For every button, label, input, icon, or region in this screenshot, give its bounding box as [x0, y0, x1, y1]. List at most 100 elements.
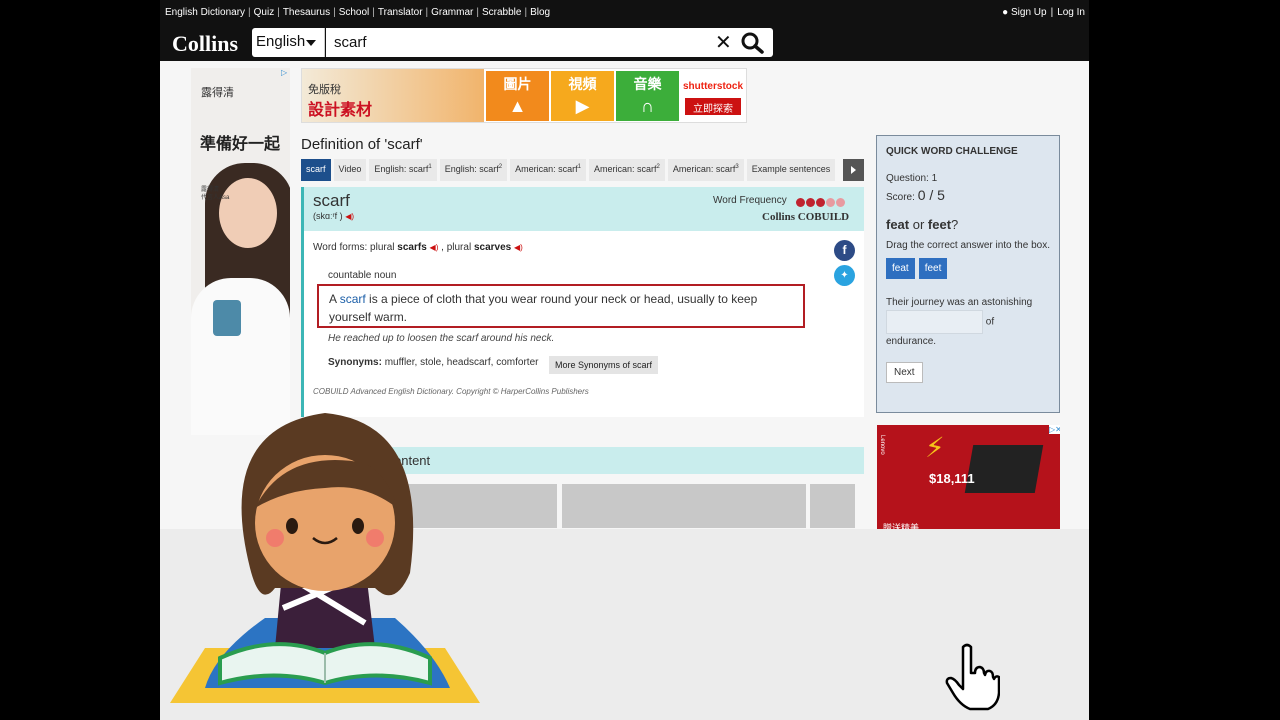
- speaker-icon[interactable]: ◀): [345, 212, 354, 221]
- top-nav-links: English Dictionary | Quiz | Thesaurus | School…: [165, 7, 550, 18]
- pronunciation-text: (skɑːʳf ): [313, 211, 343, 221]
- frequency-dot: [816, 198, 825, 207]
- entry-header: scarf (skɑːʳf ) ◀) Word Frequency Collin…: [304, 187, 864, 231]
- tab-sup: 2: [656, 164, 660, 170]
- hand-cursor-icon: [945, 643, 1000, 711]
- ad-tile-images: 圖片 ▲: [486, 71, 549, 121]
- ad-line-2: 設計素材: [308, 102, 373, 119]
- speaker-icon[interactable]: ◀): [514, 243, 523, 252]
- sentence-end: endurance.: [886, 336, 937, 347]
- word-form: scarfs: [397, 242, 427, 253]
- nav-blog[interactable]: Blog: [530, 7, 550, 18]
- challenge-prompt: feat or feet?: [886, 217, 1050, 232]
- separator: |: [1050, 7, 1054, 18]
- nav-school[interactable]: School: [339, 7, 370, 18]
- separator: |: [524, 7, 528, 18]
- challenge-instruction: Drag the correct answer into the box.: [886, 240, 1050, 251]
- frequency-dot: [806, 198, 815, 207]
- tab-label: English: scarf: [444, 164, 499, 174]
- separator: |: [372, 7, 375, 18]
- pronunciation: (skɑːʳf ) ◀): [313, 211, 354, 221]
- tab-example-sentences[interactable]: Example sentences: [746, 159, 836, 181]
- tab-english-scarf-2[interactable]: English: scarf2: [439, 159, 508, 181]
- tab-video[interactable]: Video: [333, 159, 367, 181]
- tab-label: Video: [338, 164, 362, 174]
- next-button[interactable]: Next: [886, 362, 923, 383]
- synonyms-list[interactable]: muffler, stole, headscarf, comforter: [385, 357, 539, 368]
- ad-tile-video: 視頻 ▶: [551, 71, 614, 121]
- answer-options: feat feet: [886, 258, 1050, 279]
- tab-american-scarf-2[interactable]: American: scarf2: [589, 159, 665, 181]
- definition-headword[interactable]: scarf: [340, 292, 366, 306]
- frequency-dot: [826, 198, 835, 207]
- ad-cta-button[interactable]: 立即探索: [685, 98, 741, 115]
- related-thumbnail[interactable]: [810, 484, 855, 528]
- tab-scarf[interactable]: scarf: [301, 159, 331, 181]
- lightning-icon: ⚡: [925, 432, 945, 463]
- tab-label: Example sentences: [751, 164, 831, 174]
- tab-label: American: scarf: [515, 164, 578, 174]
- tab-english-scarf-1[interactable]: English: scarf1: [369, 159, 437, 181]
- score-value: 0 / 5: [917, 187, 945, 203]
- tab-label: American: scarf: [672, 164, 736, 174]
- twitter-share-icon[interactable]: ✦: [834, 265, 855, 286]
- adchoices-icon[interactable]: ▷: [281, 68, 287, 77]
- user-icon: ●: [1002, 7, 1009, 18]
- definition-text: is a piece of cloth that you wear round …: [329, 292, 758, 324]
- word-forms-prefix: Word forms: plural: [313, 242, 398, 253]
- tab-american-scarf-3[interactable]: American: scarf3: [667, 159, 744, 181]
- nav-thesaurus[interactable]: Thesaurus: [283, 7, 330, 18]
- clear-search-icon[interactable]: ✕: [715, 30, 732, 55]
- nav-scrabble[interactable]: Scrabble: [482, 7, 521, 18]
- right-banner-ad[interactable]: Lenovo ⚡ $18,111 贈送精美... ▷✕: [877, 425, 1060, 529]
- nav-translator[interactable]: Translator: [378, 7, 423, 18]
- answer-option-feet[interactable]: feet: [918, 258, 948, 279]
- collins-cobuild-brand: Collins COBUILD: [762, 211, 850, 223]
- word-forms-mid: , plural: [438, 242, 474, 253]
- definition-tabs: scarf Video English: scarf1 English: scarf2…: [301, 159, 838, 181]
- word-form: scarves: [473, 242, 512, 253]
- copyright-note: COBUILD Advanced English Dictionary. Cop…: [313, 387, 589, 396]
- left-banner-ad[interactable]: 露得清 準備好一起 露得清 代言人Asa: [191, 68, 290, 435]
- ad-line-1: 免版稅: [308, 84, 341, 96]
- collins-logo[interactable]: Collins: [172, 31, 238, 57]
- ad-price: $18,111: [929, 471, 975, 486]
- language-select[interactable]: English: [252, 28, 325, 57]
- facebook-share-icon[interactable]: f: [834, 240, 855, 261]
- search-icon[interactable]: [741, 32, 765, 54]
- separator: |: [333, 7, 336, 18]
- ad-tile-label: 音樂: [633, 76, 662, 92]
- answer-option-feat[interactable]: feat: [886, 258, 915, 279]
- score-label: Score:: [886, 192, 918, 203]
- separator: |: [248, 7, 251, 18]
- top-banner-ad[interactable]: 免版稅 設計素材 圖片 ▲ 視頻 ▶ 音樂 ∩ shutterstock 立即探索: [301, 68, 747, 123]
- example-sentence: He reached up to loosen the scarf around…: [328, 333, 555, 344]
- adchoices-icon[interactable]: ▷✕: [1049, 425, 1060, 434]
- log-in-link[interactable]: Log In: [1057, 7, 1085, 18]
- search-input[interactable]: [334, 32, 704, 53]
- sign-up-link[interactable]: Sign Up: [1011, 7, 1047, 18]
- tab-sup: 1: [428, 164, 432, 170]
- synonyms-label: Synonyms:: [328, 357, 382, 368]
- nav-quiz[interactable]: Quiz: [254, 7, 275, 18]
- ad-text: 贈送精美...: [883, 523, 927, 529]
- related-thumbnail[interactable]: [562, 484, 806, 528]
- sentence-of: of: [985, 316, 995, 328]
- nav-english-dictionary[interactable]: English Dictionary: [165, 7, 245, 18]
- tab-american-scarf-1[interactable]: American: scarf1: [510, 159, 586, 181]
- prompt-word-b: feet: [927, 217, 952, 232]
- word-frequency-label: Word Frequency: [713, 195, 787, 206]
- question-number: Question: 1: [886, 173, 938, 184]
- play-icon: ▶: [575, 96, 590, 116]
- headphones-icon: ∩: [641, 96, 654, 116]
- tabs-next-arrow-icon[interactable]: [843, 159, 864, 181]
- ad-product-bottle: [213, 300, 241, 336]
- frequency-dot: [796, 198, 805, 207]
- page-title: Definition of 'scarf': [301, 136, 423, 153]
- more-synonyms-button[interactable]: More Synonyms of scarf: [549, 356, 659, 374]
- nav-grammar[interactable]: Grammar: [431, 7, 473, 18]
- answer-drop-box[interactable]: [886, 310, 983, 334]
- tab-sup: 3: [735, 164, 739, 170]
- user-links: ● Sign Up | Log In: [1002, 7, 1085, 18]
- tab-label: English: scarf: [374, 164, 429, 174]
